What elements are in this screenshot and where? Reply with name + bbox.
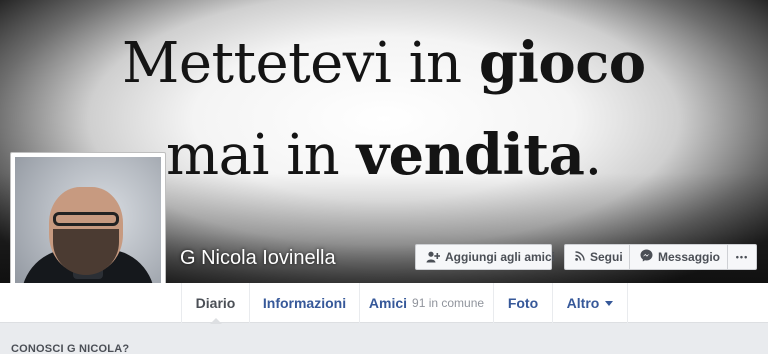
avatar-glasses (53, 212, 119, 226)
add-friend-label: Aggiungi agli amici (445, 250, 556, 264)
tab-foto-label: Foto (507, 295, 539, 311)
tab-diario[interactable]: Diario (181, 283, 249, 324)
messenger-icon (640, 249, 653, 265)
more-options-button[interactable]: ••• (728, 245, 756, 269)
tab-diario-label: Diario (195, 295, 236, 311)
quote-line-1: Mettetevi in gioco (122, 30, 646, 96)
quote-line-1-text: Mettetevi in (122, 31, 479, 96)
profile-page: Mettetevi in gioco mai in vendita. G Nic… (0, 0, 768, 354)
profile-actions-group: Segui Messaggio ••• (564, 244, 757, 270)
section-title: CONOSCI G NICOLA? (11, 343, 130, 354)
rss-icon (575, 250, 585, 264)
tab-amici-mutual-count: 91 in comune (412, 296, 485, 310)
message-button[interactable]: Messaggio (630, 245, 728, 269)
follow-label: Segui (590, 250, 623, 264)
tab-altro[interactable]: Altro (552, 283, 628, 323)
tab-altro-label: Altro (566, 295, 600, 311)
add-friend-icon (426, 251, 440, 263)
profile-navbar: Diario Informazioni Amici 91 in comune F… (0, 283, 768, 324)
follow-button[interactable]: Segui (565, 245, 630, 269)
caret-down-icon (605, 300, 614, 306)
profile-name[interactable]: G Nicola Iovinella (180, 247, 336, 270)
more-icon: ••• (735, 252, 749, 262)
tab-amici-label: Amici (368, 295, 408, 311)
tab-foto[interactable]: Foto (493, 283, 552, 323)
quote-line-1-bold: gioco (478, 30, 646, 96)
tab-informazioni-label: Informazioni (262, 295, 347, 311)
avatar (15, 157, 161, 303)
tab-informazioni[interactable]: Informazioni (249, 283, 359, 323)
add-friend-button[interactable]: Aggiungi agli amici (415, 244, 556, 270)
message-label: Messaggio (658, 250, 721, 264)
tab-amici[interactable]: Amici 91 in comune (359, 283, 493, 323)
